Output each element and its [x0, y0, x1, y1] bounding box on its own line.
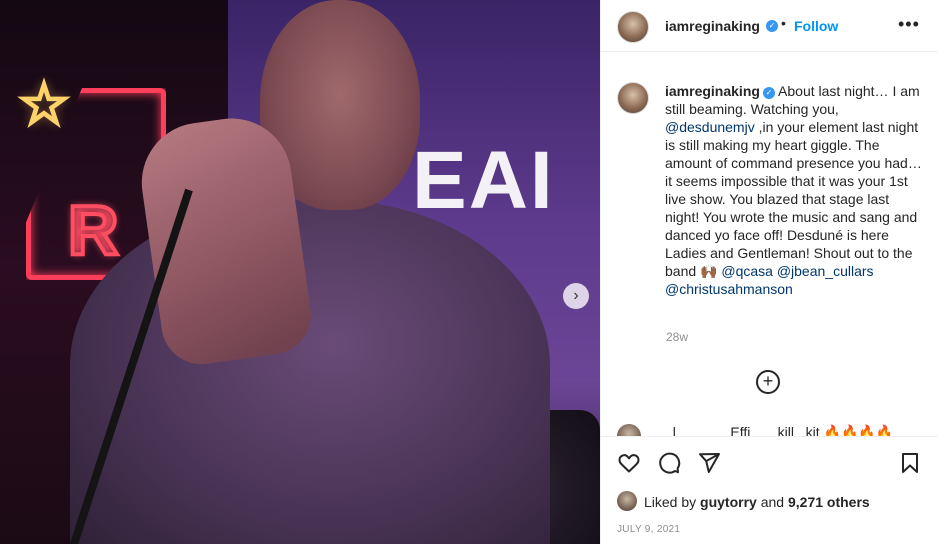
mention-christusahmanson[interactable]: @christusahmanson [665, 281, 793, 297]
chevron-right-icon[interactable]: › [563, 283, 589, 309]
mention-desdunemjv[interactable]: @desdunemjv [665, 119, 755, 135]
avatar[interactable] [617, 11, 649, 43]
caption-age: 28w [666, 330, 689, 344]
comment-avatar[interactable] [617, 424, 641, 436]
likes-count[interactable]: 9,271 others [788, 494, 870, 510]
liker-avatar[interactable] [617, 491, 637, 511]
caption-username[interactable]: iamreginaking [665, 83, 760, 99]
mention-qcasa[interactable]: @qcasa [721, 263, 773, 279]
liker-username[interactable]: guytorry [700, 494, 757, 510]
post-side-panel: iamreginaking ✓ • Follow ••• iamreginaki… [600, 0, 938, 544]
singer-body [70, 200, 550, 544]
partial-comment-text: _l____ __ Effi___ kill_ kit 🔥🔥🔥🔥 [665, 424, 894, 436]
caption-verified-icon: ✓ [762, 87, 775, 99]
verified-badge-icon: ✓ [766, 20, 778, 32]
add-comment-icon[interactable]: + [756, 370, 780, 394]
caption-body-2: ,in your element last night is still mak… [665, 119, 922, 279]
post-header: iamreginaking ✓ • Follow ••• [601, 0, 938, 52]
share-icon[interactable] [697, 451, 721, 475]
post-date: JULY 9, 2021 [617, 524, 681, 535]
separator-dot: • [781, 15, 786, 31]
likes-middle: and [756, 494, 788, 510]
likes-text: Liked by guytorry and 9,271 others [644, 494, 870, 510]
follow-button[interactable]: Follow [794, 18, 838, 34]
post-actions: Liked by guytorry and 9,271 others JULY … [601, 436, 938, 544]
more-icon[interactable]: ••• [898, 14, 920, 35]
partial-comment: _l____ __ Effi___ kill_ kit 🔥🔥🔥🔥 [617, 424, 927, 436]
bookmark-icon[interactable] [898, 451, 922, 475]
neon-star-icon: ☆ [17, 71, 72, 139]
header-username[interactable]: iamreginaking [665, 18, 760, 34]
caption-avatar[interactable] [617, 82, 649, 114]
likes-prefix: Liked by [644, 494, 701, 510]
mention-jbean-cullars[interactable]: @jbean_cullars [777, 263, 874, 279]
caption-text: iamreginaking ✓ About last night… I am st… [665, 82, 925, 298]
comment-icon[interactable] [657, 451, 681, 475]
neon-sign-letter: R [66, 189, 121, 271]
heart-icon[interactable] [617, 451, 641, 475]
post-photo[interactable]: EAI U ☆ R › [0, 0, 600, 544]
